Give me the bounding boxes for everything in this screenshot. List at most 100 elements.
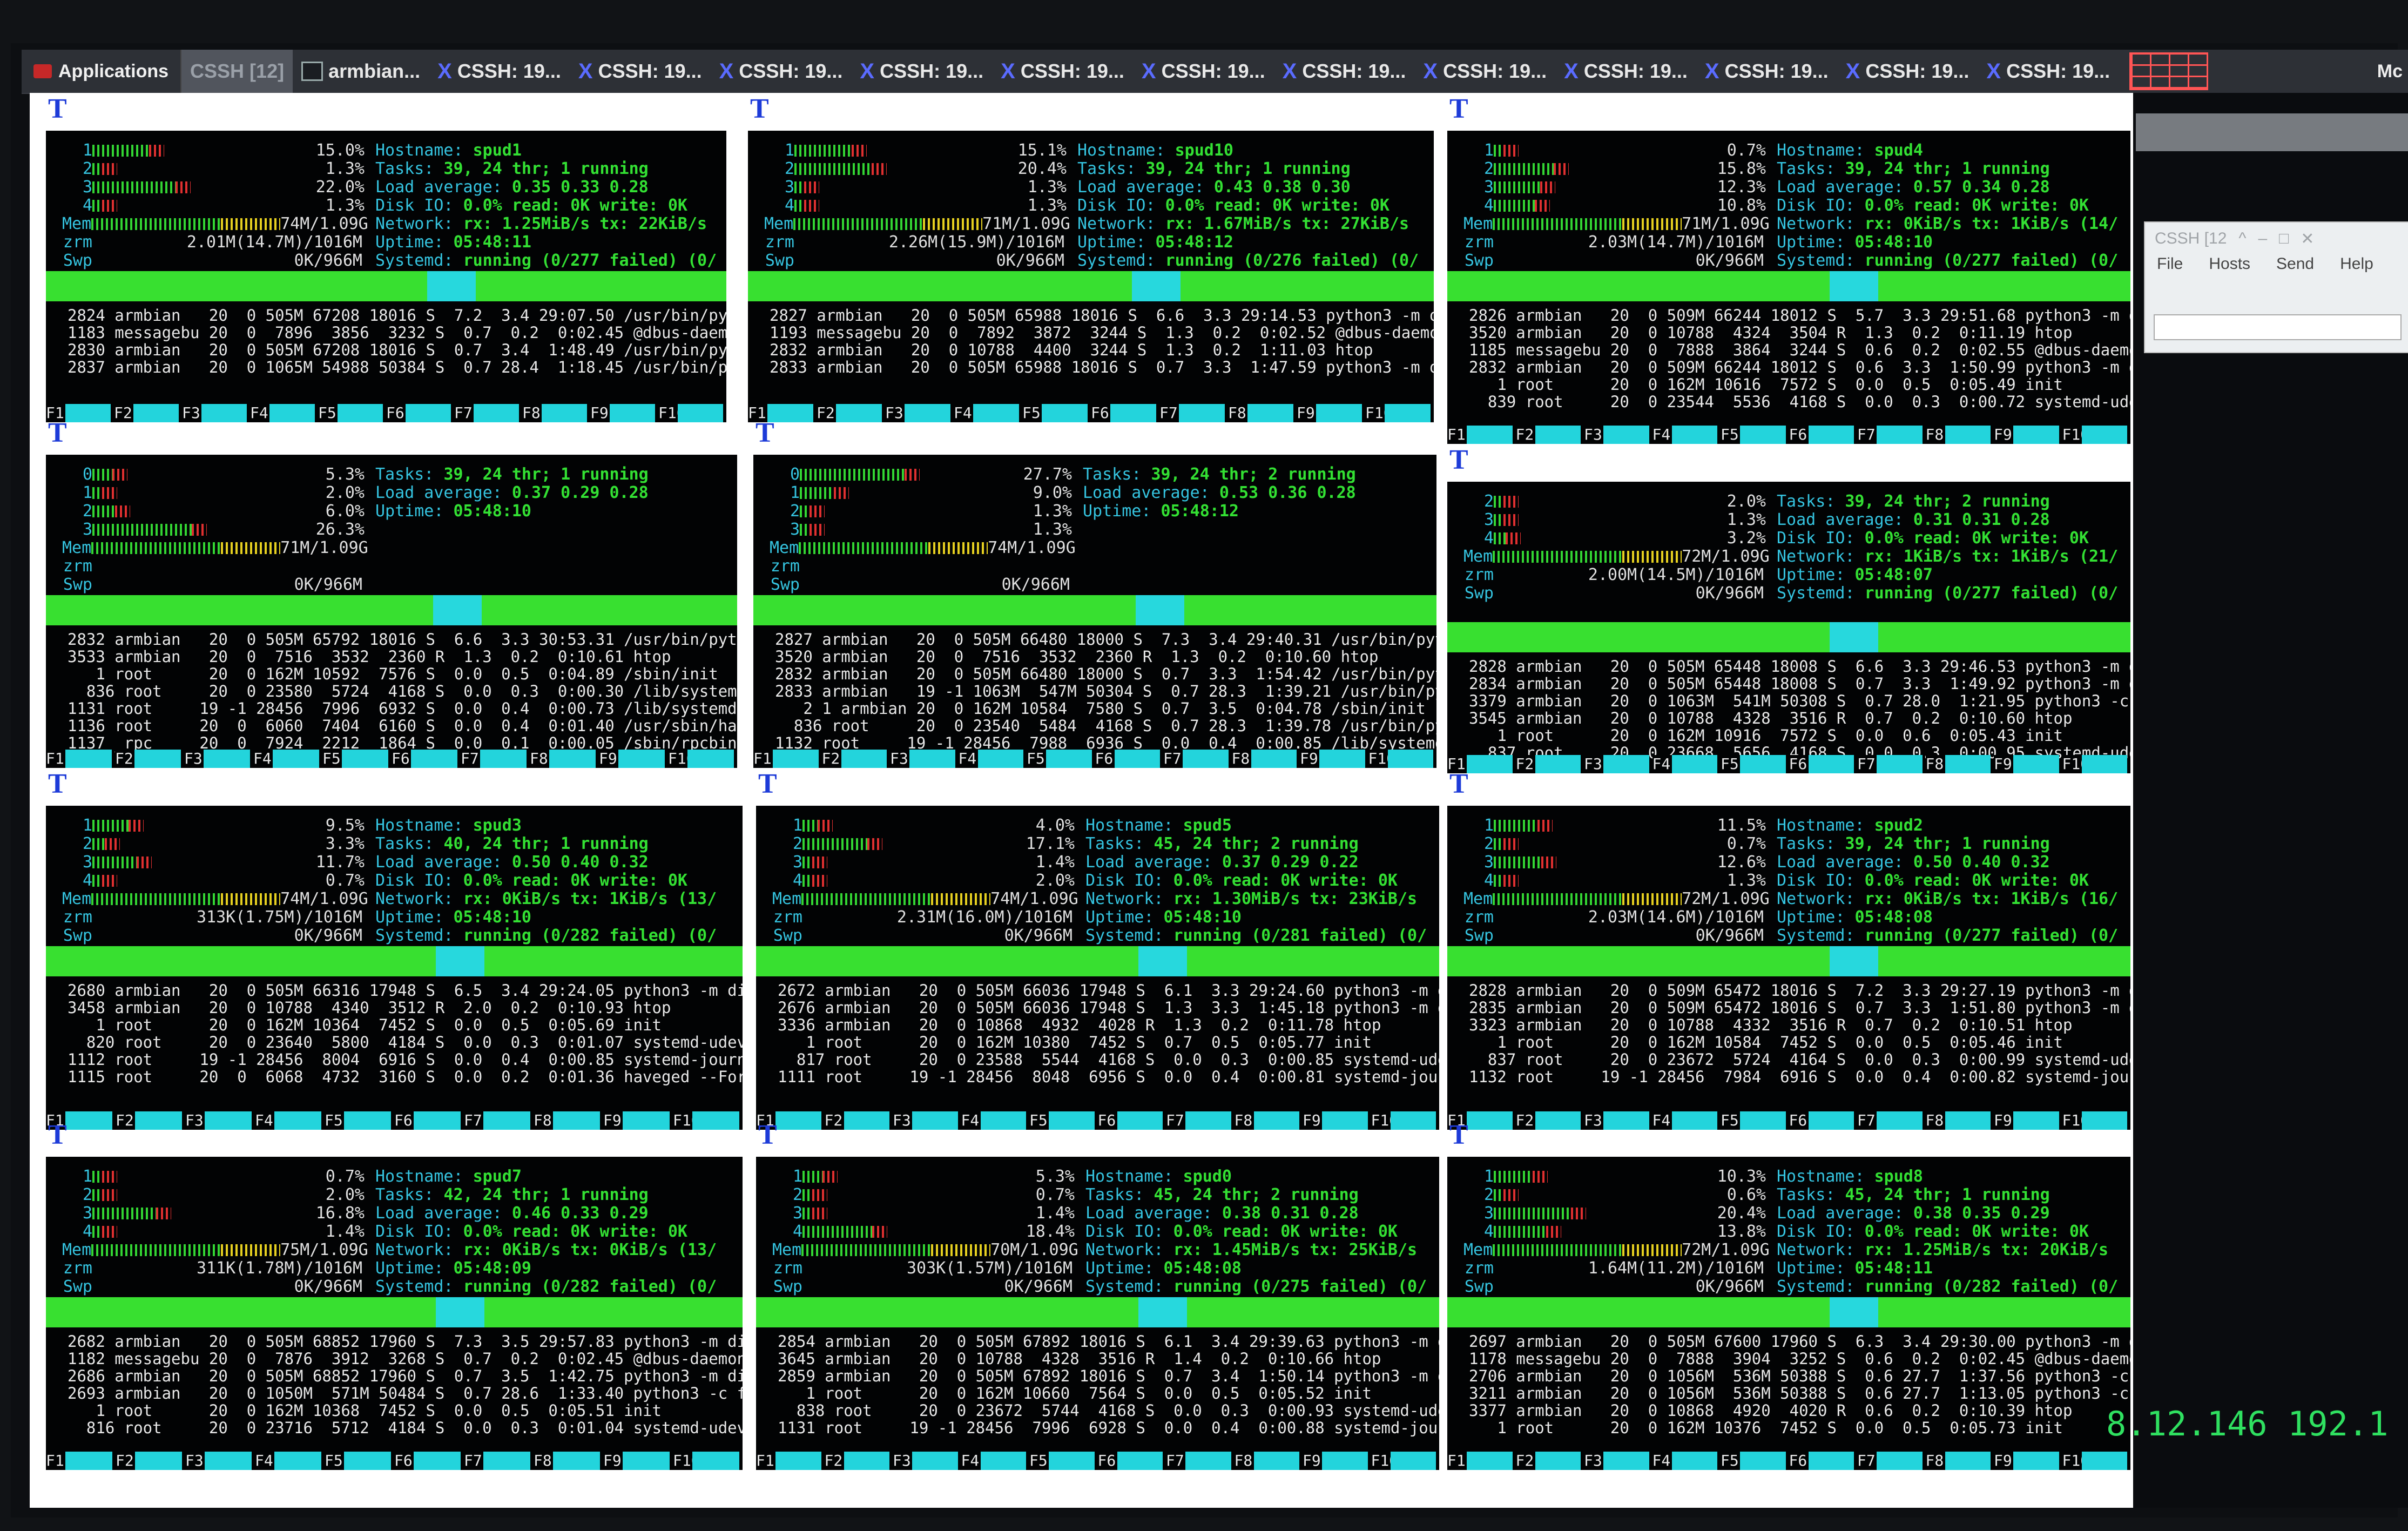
fkey-button[interactable]	[1110, 404, 1156, 422]
process-table-header[interactable]	[756, 946, 1439, 976]
fkey-button[interactable]	[1319, 750, 1365, 768]
menu-hosts[interactable]: Hosts	[2209, 255, 2250, 273]
fkey-button[interactable]	[411, 750, 457, 768]
process-row[interactable]: 3211 armbian 20 0 1056M 536M 50388 S 0.6…	[1469, 1385, 2130, 1402]
process-row[interactable]: 2676 armbian 20 0 505M 66036 17948 S 1.3…	[778, 999, 1439, 1016]
process-row[interactable]: 3458 armbian 20 0 10788 4340 3512 R 2.0 …	[68, 999, 743, 1016]
process-row[interactable]: 2682 armbian 20 0 505M 68852 17960 S 7.3…	[68, 1333, 743, 1350]
applications-menu[interactable]: Applications	[22, 50, 182, 93]
fkey-button[interactable]	[133, 404, 179, 422]
process-row[interactable]: 1 root 20 0 162M 10592 7576 S 0.0 0.5 0:…	[68, 665, 737, 683]
fkey-button[interactable]	[274, 1452, 321, 1470]
fkey-button[interactable]	[1046, 750, 1092, 768]
fkey-button[interactable]	[1183, 750, 1229, 768]
process-row[interactable]: 2 1 armbian 20 0 162M 10584 7580 S 0.7 3…	[775, 700, 1436, 717]
taskbar-task[interactable]: X CSSH: 19...	[1133, 50, 1274, 93]
process-row[interactable]: 2697 armbian 20 0 505M 67600 17960 S 6.3…	[1469, 1333, 2130, 1350]
process-table-header[interactable]	[1447, 271, 2130, 301]
process-row[interactable]: 2832 armbian 20 0 10788 4400 3244 S 1.3 …	[770, 341, 1434, 359]
fkey-button[interactable]	[2081, 1111, 2127, 1130]
fkey-button[interactable]	[905, 404, 950, 422]
fkey-button[interactable]	[1247, 404, 1293, 422]
process-table-header[interactable]	[46, 271, 726, 301]
maximize-icon[interactable]: □	[2279, 230, 2289, 248]
process-row[interactable]: 1132 root 19 -1 28456 7984 6916 S 0.0 0.…	[1469, 1068, 2130, 1085]
process-row[interactable]: 2680 armbian 20 0 505M 66316 17948 S 6.5…	[68, 982, 743, 999]
fkey-button[interactable]	[2013, 1111, 2059, 1130]
fkey-button[interactable]	[980, 1111, 1026, 1130]
fkey-button[interactable]	[135, 1111, 182, 1130]
htop-terminal[interactable]: 0 5.3% 1 2.0% 2 6.0% 3 26.3% Mem 71M/1.09G zrm Swp 0…	[46, 455, 737, 768]
fkey-button[interactable]	[1671, 1111, 1717, 1130]
process-row[interactable]: 1 root 20 0 162M 10376 7452 S 0.0 0.5 0:…	[1469, 1419, 2130, 1436]
process-row[interactable]: 838 root 20 0 23672 5744 4168 S 0.0 0.3 …	[778, 1402, 1439, 1419]
fkey-button[interactable]	[1877, 1452, 1923, 1470]
workspace-switcher[interactable]	[2129, 52, 2209, 90]
taskbar-task[interactable]: X CSSH: 19...	[570, 50, 711, 93]
htop-terminal[interactable]: 1 5.3% 2 0.7% 3 1.4% 4 18.4% Mem 70M/1.09G zrm 303K…	[756, 1157, 1439, 1470]
fkey-button[interactable]	[1467, 755, 1513, 773]
fkey-button[interactable]	[1467, 1452, 1513, 1470]
htop-terminal[interactable]: 1 15.0% 2 1.3% 3 22.0% 4 1.3% Mem 74M/1.09G zrm 2.0…	[46, 131, 726, 422]
htop-terminal[interactable]: 1 11.5% 2 0.7% 3 12.6% 4 1.3% Mem 72M/1.09G zrm 2.0…	[1447, 806, 2130, 1130]
fkey-button[interactable]	[1808, 755, 1854, 773]
fkey-button[interactable]	[775, 1452, 821, 1470]
fkey-button[interactable]	[201, 404, 247, 422]
fkey-button[interactable]	[1671, 426, 1717, 444]
fkey-button[interactable]	[342, 750, 388, 768]
fkey-button[interactable]	[204, 750, 250, 768]
fkey-button[interactable]	[2081, 755, 2127, 773]
process-row[interactable]: 836 root 20 0 23580 5724 4168 S 0.0 0.3 …	[68, 683, 737, 700]
process-row[interactable]: 2833 armbian 20 0 505M 65988 18016 S 0.7…	[770, 359, 1434, 376]
process-row[interactable]: 2835 armbian 20 0 509M 65472 18016 S 0.7…	[1469, 999, 2130, 1016]
fkey-button[interactable]	[1535, 1111, 1581, 1130]
process-table-header[interactable]	[1447, 622, 2130, 652]
fkey-button[interactable]	[912, 1452, 958, 1470]
fkey-button[interactable]	[1253, 1111, 1299, 1130]
fkey-button[interactable]	[414, 1452, 461, 1470]
process-row[interactable]: 1183 messagebu 20 0 7896 3856 3232 S 0.7…	[68, 324, 726, 341]
taskbar-task[interactable]: X CSSH: 19...	[1555, 50, 1696, 93]
process-row[interactable]: 1 root 20 0 162M 10380 7452 S 0.7 0.5 0:…	[778, 1034, 1439, 1051]
fkey-button[interactable]	[2013, 755, 2059, 773]
process-row[interactable]: 3645 armbian 20 0 10788 4328 3516 R 1.4 …	[778, 1350, 1439, 1367]
fkey-button[interactable]	[912, 1111, 958, 1130]
fkey-button[interactable]	[1114, 750, 1160, 768]
fkey-button[interactable]	[205, 1111, 252, 1130]
fkey-button[interactable]	[1467, 1111, 1513, 1130]
process-row[interactable]: 1115 root 20 0 6068 4732 3160 S 0.0 0.2 …	[68, 1068, 743, 1085]
htop-terminal[interactable]: 0 27.7% 1 9.0% 2 1.3% 3 1.3% Mem 74M/1.09G zrm Swp 0…	[753, 455, 1436, 768]
process-row[interactable]: 2854 armbian 20 0 505M 67892 18016 S 6.1…	[778, 1333, 1439, 1350]
fkey-button[interactable]	[1049, 1111, 1095, 1130]
process-row[interactable]: 836 root 20 0 23540 5484 4168 S 0.7 28.3…	[775, 717, 1436, 734]
process-row[interactable]: 2826 armbian 20 0 509M 66244 18012 S 5.7…	[1469, 307, 2130, 324]
fkey-button[interactable]	[775, 1111, 821, 1130]
fkey-button[interactable]	[1322, 1111, 1368, 1130]
minimize-button-icon[interactable]: –	[2258, 230, 2267, 248]
process-row[interactable]: 2824 armbian 20 0 505M 67208 18016 S 7.2…	[68, 307, 726, 324]
cssh-control-window[interactable]: CSSH [12 ^ – □ ✕ File Hosts Send Help	[2144, 221, 2408, 353]
process-table-header[interactable]	[46, 1297, 743, 1327]
htop-terminal[interactable]: 1 10.3% 2 0.6% 3 20.4% 4 13.8% Mem 72M/1.09G zrm 1.…	[1447, 1157, 2130, 1470]
process-row[interactable]: 3379 armbian 20 0 1063M 541M 50308 S 0.7…	[1469, 692, 2130, 710]
process-row[interactable]: 2837 armbian 20 0 1065M 54988 50384 S 0.…	[68, 359, 726, 376]
taskbar-task[interactable]: X CSSH: 19...	[1696, 50, 1837, 93]
process-row[interactable]: 1136 root 20 0 6060 7404 6160 S 0.0 0.4 …	[68, 717, 737, 734]
process-table-header[interactable]	[753, 595, 1436, 625]
process-row[interactable]: 3336 armbian 20 0 10868 4932 4028 R 1.3 …	[778, 1016, 1439, 1034]
fkey-button[interactable]	[773, 750, 819, 768]
cssh-titlebar[interactable]: CSSH [12 ^ – □ ✕	[2145, 222, 2408, 255]
fkey-button[interactable]	[553, 1452, 600, 1470]
fkey-button[interactable]	[2081, 426, 2127, 444]
process-row[interactable]: 837 root 20 0 23672 5724 4164 S 0.0 0.3 …	[1469, 1051, 2130, 1068]
taskbar-task[interactable]: X CSSH: 19...	[1414, 50, 1555, 93]
process-row[interactable]: 2827 armbian 20 0 505M 66480 18000 S 7.3…	[775, 631, 1436, 648]
fkey-button[interactable]	[1603, 426, 1649, 444]
fkey-button[interactable]	[618, 750, 665, 768]
fkey-button[interactable]	[1808, 1452, 1854, 1470]
fkey-button[interactable]	[1253, 1452, 1299, 1470]
fkey-button[interactable]	[973, 404, 1019, 422]
fkey-button[interactable]	[977, 750, 1023, 768]
fkey-button[interactable]	[844, 1452, 889, 1470]
process-row[interactable]: 2827 armbian 20 0 505M 65988 18016 S 6.6…	[770, 307, 1434, 324]
